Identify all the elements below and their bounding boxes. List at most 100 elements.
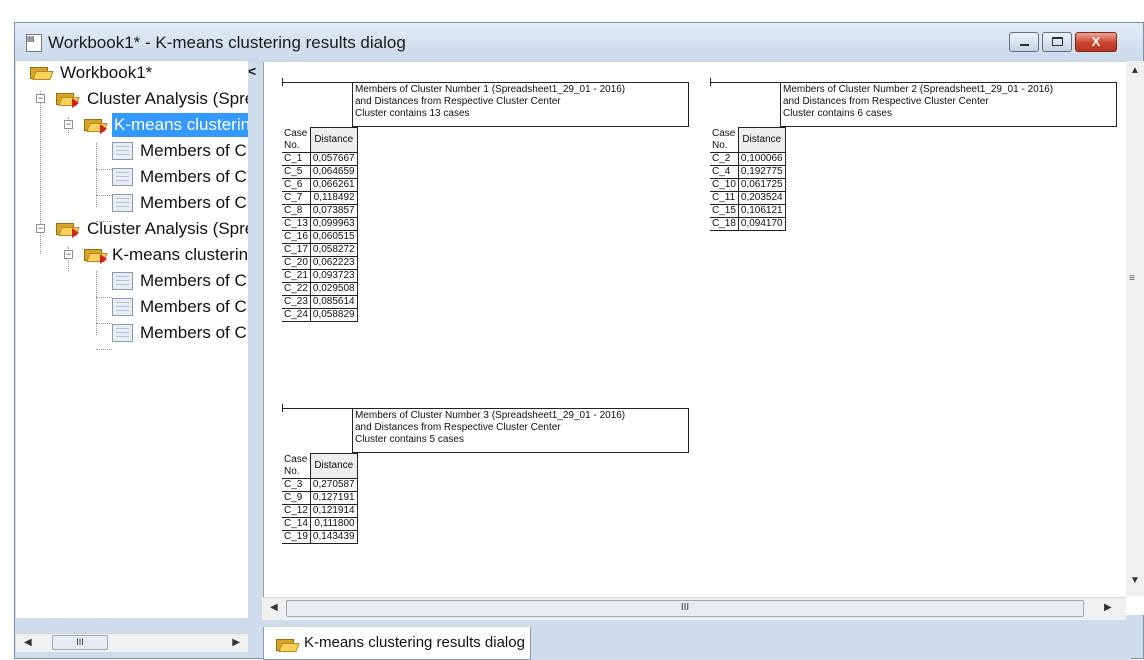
table-row[interactable]: C_5 0,064659 [282, 164, 358, 179]
tree-item-members-2-1[interactable]: Members of C [16, 269, 248, 293]
distance-cell[interactable]: 0,062223 [309, 255, 358, 270]
distance-cell[interactable]: 0,066261 [309, 177, 358, 192]
minimize-button[interactable] [1009, 32, 1039, 52]
tree-root[interactable]: Workbook1* [16, 61, 248, 85]
distance-cell[interactable]: 0,085614 [309, 294, 358, 309]
distance-cell[interactable]: 0,270587 [309, 477, 358, 492]
close-button[interactable]: X [1075, 32, 1117, 52]
collapse-tree-pane-button[interactable]: < [248, 63, 256, 79]
table-row[interactable]: C_17 0,058272 [282, 242, 358, 257]
case-no-cell[interactable]: C_19 [282, 530, 311, 544]
table-row[interactable]: C_21 0,093723 [282, 268, 358, 283]
tab-kmeans-results[interactable]: K-means clustering results dialog [263, 627, 531, 660]
tree-item-members-2-2[interactable]: Members of C [16, 295, 248, 319]
distance-cell[interactable]: 0,093723 [309, 268, 358, 283]
workbook-tree[interactable]: Workbook1* − Cluster Analysis (Spre − K-… [16, 61, 248, 618]
distance-cell[interactable]: 0,111800 [309, 516, 358, 531]
case-no-cell[interactable]: C_1 [282, 152, 311, 166]
case-no-cell[interactable]: C_8 [282, 204, 311, 218]
tree-item-members-1-1[interactable]: Members of C [16, 139, 248, 163]
table-row[interactable]: C_10 0,061725 [710, 177, 786, 192]
distance-cell[interactable]: 0,061725 [737, 177, 786, 192]
case-no-cell[interactable]: C_3 [282, 478, 311, 492]
case-no-cell[interactable]: C_11 [710, 191, 739, 205]
table-row[interactable]: C_23 0,085614 [282, 294, 358, 309]
table-row[interactable]: C_14 0,111800 [282, 516, 358, 531]
tree-horizontal-scrollbar[interactable]: ◀ III ▶ [16, 633, 248, 652]
table-row[interactable]: C_7 0,118492 [282, 190, 358, 205]
distance-cell[interactable]: 0,029508 [309, 281, 358, 296]
case-no-cell[interactable]: C_21 [282, 269, 311, 283]
table-row[interactable]: C_6 0,066261 [282, 177, 358, 192]
table-row[interactable]: C_4 0,192775 [710, 164, 786, 179]
maximize-button[interactable] [1042, 32, 1072, 52]
results-sheet-view[interactable]: Members of Cluster Number 1 (Spreadsheet… [263, 62, 1144, 615]
distance-cell[interactable]: 0,060515 [309, 229, 358, 244]
case-no-cell[interactable]: C_13 [282, 217, 311, 231]
table-row[interactable]: C_22 0,029508 [282, 281, 358, 296]
table-row[interactable]: C_3 0,270587 [282, 477, 358, 492]
distance-cell[interactable]: 0,127191 [309, 490, 358, 505]
scroll-right-icon[interactable]: ▶ [232, 637, 240, 648]
tree-item-members-2-3[interactable]: Members of C [16, 321, 248, 345]
case-no-cell[interactable]: C_9 [282, 491, 311, 505]
tree-item-kmeans-2[interactable]: − K-means clusterin [16, 243, 248, 267]
tree-item-kmeans-1[interactable]: − K-means clusterin [16, 113, 248, 137]
case-no-cell[interactable]: C_20 [282, 256, 311, 270]
scroll-left-icon[interactable]: ◀ [270, 602, 278, 613]
distance-cell[interactable]: 0,106121 [737, 203, 786, 218]
distance-cell[interactable]: 0,057667 [309, 151, 358, 166]
distance-cell[interactable]: 0,099963 [309, 216, 358, 231]
table-row[interactable]: C_11 0,203524 [710, 190, 786, 205]
scroll-thumb[interactable]: III [286, 600, 1084, 617]
vertical-scrollbar[interactable]: ▲ ≡ ▼ [1126, 61, 1144, 596]
distance-cell[interactable]: 0,058272 [309, 242, 358, 257]
case-no-cell[interactable]: C_14 [282, 517, 311, 531]
table-row[interactable]: C_20 0,062223 [282, 255, 358, 270]
case-no-cell[interactable]: C_12 [282, 504, 311, 518]
scroll-grip-icon[interactable]: ≡ [1129, 273, 1135, 284]
table-row[interactable]: C_15 0,106121 [710, 203, 786, 218]
tree-item-cluster-analysis-2[interactable]: − Cluster Analysis (Spre [16, 217, 248, 241]
collapse-icon[interactable]: − [64, 120, 73, 129]
distance-cell[interactable]: 0,192775 [737, 164, 786, 179]
case-no-cell[interactable]: C_4 [710, 165, 739, 179]
distance-cell[interactable]: 0,143439 [309, 529, 358, 544]
collapse-icon[interactable]: − [36, 224, 45, 233]
case-no-cell[interactable]: C_2 [710, 152, 739, 166]
case-no-cell[interactable]: C_18 [710, 217, 739, 231]
title-bar[interactable]: ▤ Workbook1* - K-means clustering result… [15, 23, 1143, 63]
table-row[interactable]: C_1 0,057667 [282, 151, 358, 166]
case-no-cell[interactable]: C_10 [710, 178, 739, 192]
horizontal-scrollbar[interactable]: ◀ III ▶ [262, 597, 1126, 620]
case-no-cell[interactable]: C_15 [710, 204, 739, 218]
case-no-cell[interactable]: C_5 [282, 165, 311, 179]
table-row[interactable]: C_18 0,094170 [710, 216, 786, 231]
tree-item-cluster-analysis-1[interactable]: − Cluster Analysis (Spre [16, 87, 248, 111]
tree-item-members-1-3[interactable]: Members of C [16, 191, 248, 215]
distance-cell[interactable]: 0,064659 [309, 164, 358, 179]
scroll-up-icon[interactable]: ▲ [1130, 65, 1140, 76]
case-no-cell[interactable]: C_22 [282, 282, 311, 296]
table-row[interactable]: C_24 0,058829 [282, 307, 358, 322]
case-no-cell[interactable]: C_6 [282, 178, 311, 192]
table-row[interactable]: C_2 0,100066 [710, 151, 786, 166]
distance-cell[interactable]: 0,100066 [737, 151, 786, 166]
scroll-right-icon[interactable]: ▶ [1104, 602, 1112, 613]
table-row[interactable]: C_9 0,127191 [282, 490, 358, 505]
table-row[interactable]: C_19 0,143439 [282, 529, 358, 544]
distance-cell[interactable]: 0,094170 [737, 216, 786, 231]
collapse-icon[interactable]: − [36, 94, 45, 103]
table-row[interactable]: C_13 0,099963 [282, 216, 358, 231]
distance-cell[interactable]: 0,118492 [309, 190, 358, 205]
distance-cell[interactable]: 0,058829 [309, 307, 358, 322]
distance-cell[interactable]: 0,203524 [737, 190, 786, 205]
tree-item-members-1-2[interactable]: Members of C [16, 165, 248, 189]
table-row[interactable]: C_12 0,121914 [282, 503, 358, 518]
table-row[interactable]: C_16 0,060515 [282, 229, 358, 244]
case-no-cell[interactable]: C_23 [282, 295, 311, 309]
case-no-cell[interactable]: C_7 [282, 191, 311, 205]
case-no-cell[interactable]: C_17 [282, 243, 311, 257]
scroll-thumb[interactable]: III [52, 635, 108, 650]
scroll-left-icon[interactable]: ◀ [24, 637, 32, 648]
